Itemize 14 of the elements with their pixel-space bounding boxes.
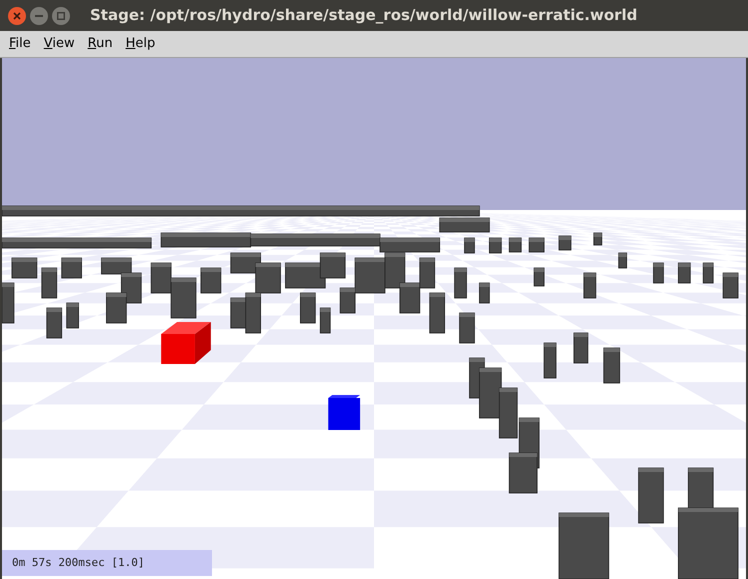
close-button[interactable] bbox=[8, 6, 26, 24]
minimize-button[interactable] bbox=[30, 6, 48, 24]
window-title: Stage: /opt/ros/hydro/share/stage_ros/world/willow-erratic.world bbox=[90, 5, 638, 26]
small-cube bbox=[328, 395, 360, 430]
close-icon bbox=[13, 12, 21, 20]
simulation-time: 0m 57s 200msec [1.0] bbox=[12, 554, 144, 571]
menu-item[interactable]: File bbox=[4, 34, 36, 54]
minimize-icon bbox=[35, 14, 43, 16]
large-cube bbox=[161, 322, 211, 364]
menu-item[interactable]: Help bbox=[120, 34, 160, 54]
menu-item[interactable]: Run bbox=[82, 34, 118, 54]
menu-item[interactable]: View bbox=[38, 34, 80, 54]
maximize-button[interactable] bbox=[52, 6, 70, 24]
maximize-icon bbox=[57, 12, 65, 20]
